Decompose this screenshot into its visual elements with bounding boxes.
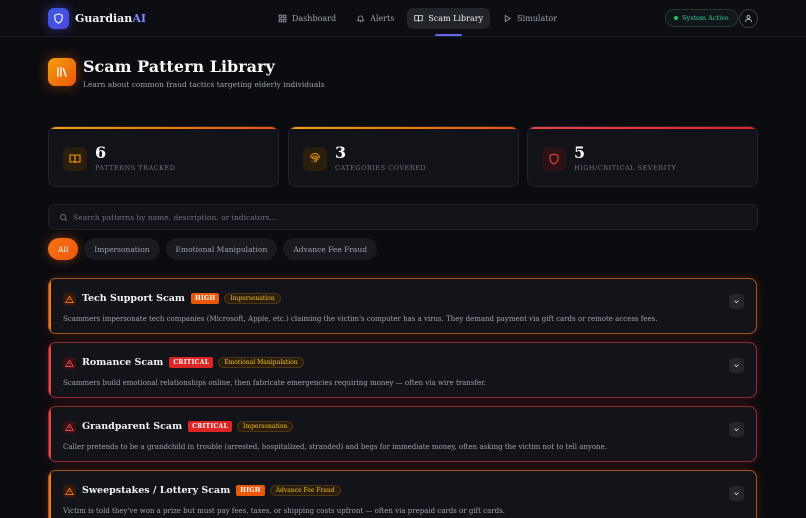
- search-icon: [60, 214, 68, 222]
- chevron-down-icon: [734, 364, 739, 368]
- category-badge: Impersonation: [237, 421, 294, 432]
- brand[interactable]: GuardianAI: [48, 8, 146, 29]
- top-nav: GuardianAI Dashboard Alerts Scam Library…: [0, 0, 806, 37]
- filter-advance-fee-fraud[interactable]: Advance Fee Fraud: [283, 238, 378, 260]
- tab-label: Scam Library: [428, 14, 484, 23]
- stat-value: 5: [574, 143, 586, 162]
- warning-triangle-icon: [63, 485, 76, 498]
- tab-dashboard[interactable]: Dashboard: [271, 8, 343, 29]
- pattern-header: Grandparent Scam CRITICAL Impersonation: [82, 421, 294, 432]
- pattern-card-sweepstakes[interactable]: Sweepstakes / Lottery Scam HIGH Advance …: [48, 470, 757, 518]
- filter-impersonation[interactable]: Impersonation: [84, 238, 160, 260]
- shield-logo-icon: [48, 8, 69, 29]
- stat-label: HIGH/CRITICAL SEVERITY: [574, 164, 677, 172]
- brand-name: GuardianAI: [75, 12, 146, 25]
- status-text: System Active: [682, 14, 729, 22]
- warning-triangle-icon: [63, 357, 76, 370]
- grid-icon: [278, 14, 287, 23]
- pattern-name: Tech Support Scam: [82, 293, 185, 304]
- search-input[interactable]: [73, 205, 733, 229]
- category-badge: Advance Fee Fraud: [269, 485, 341, 496]
- expand-button[interactable]: [729, 294, 744, 309]
- category-filters: All Impersonation Emotional Manipulation…: [48, 238, 378, 260]
- tab-label: Simulator: [517, 14, 558, 23]
- filter-emotional-manipulation[interactable]: Emotional Manipulation: [165, 238, 278, 260]
- severity-badge: HIGH: [190, 293, 220, 304]
- chevron-down-icon: [734, 428, 739, 432]
- library-icon: [48, 58, 76, 86]
- tab-label: Dashboard: [292, 14, 337, 23]
- tab-scam-library[interactable]: Scam Library: [407, 8, 491, 36]
- book-open-icon: [414, 15, 423, 22]
- pattern-description: Caller pretends to be a grandchild in tr…: [63, 443, 607, 451]
- stat-value: 3: [335, 143, 347, 162]
- tab-alerts[interactable]: Alerts: [349, 8, 401, 29]
- stat-card-patterns: 6 PATTERNS TRACKED: [48, 126, 279, 187]
- fingerprint-icon: [303, 147, 327, 171]
- chevron-down-icon: [734, 492, 739, 496]
- pattern-name: Sweepstakes / Lottery Scam: [82, 485, 231, 496]
- warning-triangle-icon: [63, 293, 76, 306]
- play-icon: [504, 14, 512, 23]
- tab-label: Alerts: [370, 14, 395, 23]
- pattern-name: Romance Scam: [82, 357, 164, 368]
- stat-card-categories: 3 CATEGORIES COVERED: [288, 126, 519, 187]
- stat-value: 6: [95, 143, 107, 162]
- pattern-name: Grandparent Scam: [82, 421, 183, 432]
- category-badge: Emotional Manipulation: [218, 357, 304, 368]
- page-title: Scam Pattern Library: [83, 57, 275, 76]
- tab-simulator[interactable]: Simulator: [496, 8, 564, 29]
- expand-button[interactable]: [729, 358, 744, 373]
- stat-card-severity: 5 HIGH/CRITICAL SEVERITY: [527, 126, 758, 187]
- pattern-header: Tech Support Scam HIGH Impersonation: [82, 293, 281, 304]
- page-subtitle: Learn about common fraud tactics targeti…: [83, 80, 325, 89]
- chevron-down-icon: [734, 300, 739, 304]
- pattern-card-romance[interactable]: Romance Scam CRITICAL Emotional Manipula…: [48, 342, 757, 398]
- user-menu-button[interactable]: [739, 9, 758, 28]
- warning-triangle-icon: [63, 421, 76, 434]
- pattern-header: Romance Scam CRITICAL Emotional Manipula…: [82, 357, 304, 368]
- system-status-badge: System Active: [665, 9, 738, 27]
- stat-label: PATTERNS TRACKED: [95, 164, 176, 172]
- nav-tabs: Dashboard Alerts Scam Library Simulator: [271, 8, 564, 36]
- search-bar: [48, 204, 758, 230]
- user-icon: [745, 15, 752, 22]
- status-dot-icon: [674, 16, 678, 20]
- bell-icon: [356, 15, 365, 23]
- stat-label: CATEGORIES COVERED: [335, 164, 427, 172]
- book-icon: [63, 147, 87, 171]
- severity-badge: CRITICAL: [169, 357, 214, 368]
- pattern-header: Sweepstakes / Lottery Scam HIGH Advance …: [82, 485, 341, 496]
- expand-button[interactable]: [729, 486, 744, 501]
- filter-all[interactable]: All: [48, 238, 79, 260]
- shield-icon: [542, 147, 566, 171]
- expand-button[interactable]: [729, 422, 744, 437]
- severity-badge: HIGH: [236, 485, 265, 496]
- severity-badge: CRITICAL: [188, 421, 233, 432]
- category-badge: Impersonation: [224, 293, 281, 304]
- pattern-description: Scammers build emotional relationships o…: [63, 379, 486, 387]
- pattern-card-grandparent[interactable]: Grandparent Scam CRITICAL Impersonation …: [48, 406, 757, 462]
- pattern-description: Scammers impersonate tech companies (Mic…: [63, 315, 658, 323]
- pattern-card-tech-support[interactable]: Tech Support Scam HIGH Impersonation Sca…: [48, 278, 757, 334]
- pattern-description: Victim is told they've won a prize but m…: [63, 507, 505, 515]
